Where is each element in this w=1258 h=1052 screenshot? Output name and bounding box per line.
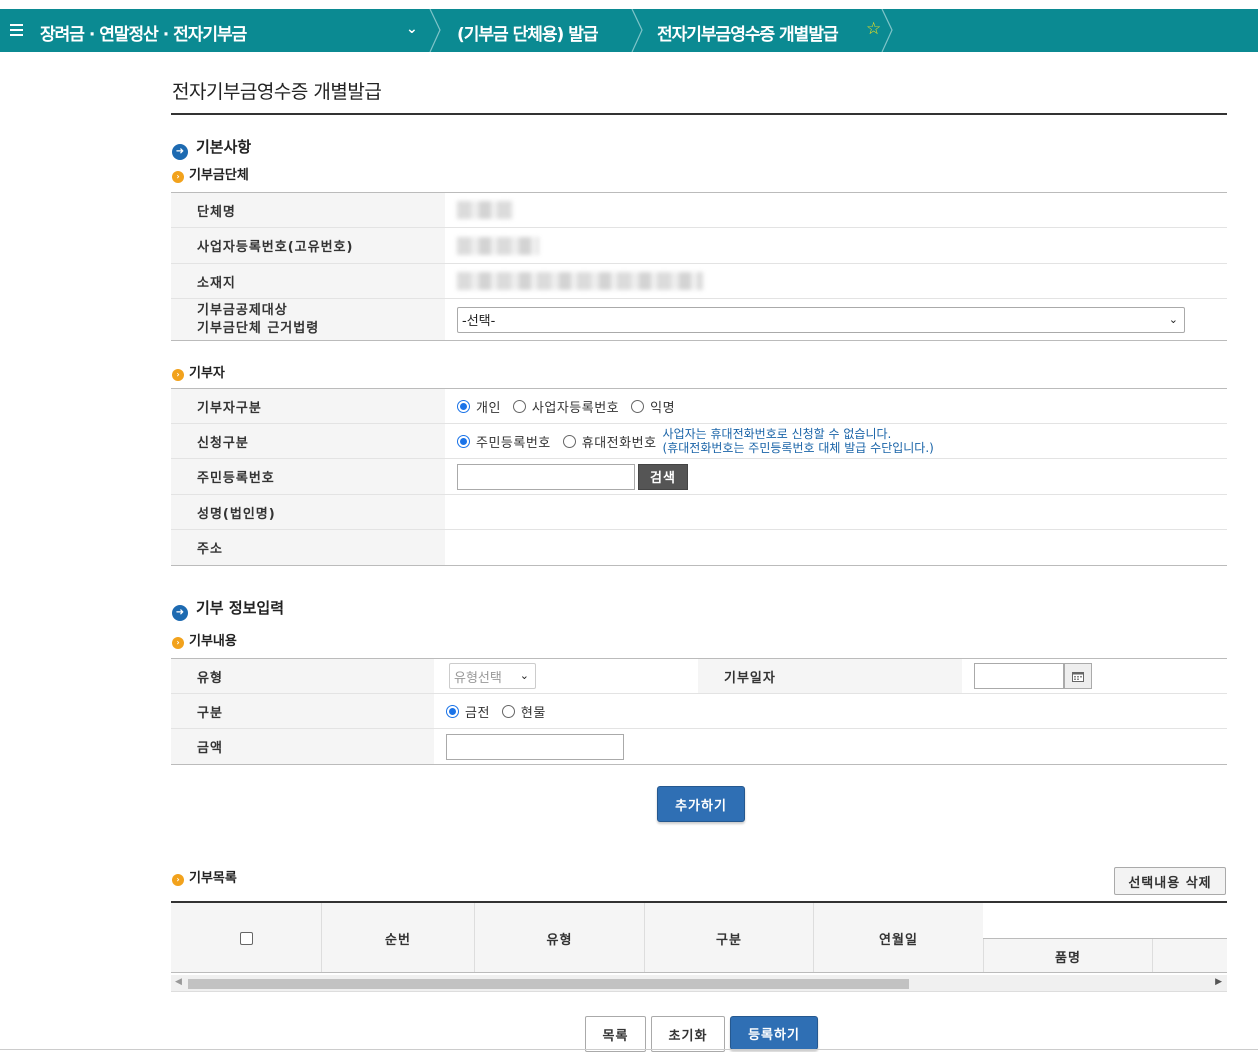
breadcrumb-separator-icon — [429, 9, 441, 52]
footer-divider — [0, 1049, 1258, 1050]
amount-input[interactable] — [446, 733, 624, 760]
apply-type-radio-group: 주민등록번호 휴대전화번호 사업자는 휴대전화번호로 신청할 수 없습니다. (휴… — [445, 424, 934, 458]
redacted-address — [457, 272, 703, 290]
donor-info-table: 기부자구분 개인 사업자등록번호 익명 신청구분 주민등록번호 휴대전화번호 사… — [171, 388, 1227, 566]
reset-button[interactable]: 초기화 — [651, 1016, 725, 1052]
favorite-star-icon[interactable]: ☆ — [866, 19, 881, 39]
donor-address-label: 주소 — [171, 530, 445, 565]
hamburger-menu-icon[interactable] — [10, 21, 23, 38]
column-header-kind[interactable]: 구분 — [645, 903, 814, 972]
page-title: 전자기부금영수증 개별발급 — [172, 81, 382, 103]
column-header-group — [983, 903, 1227, 939]
apply-type-rrn-radio[interactable]: 주민등록번호 — [457, 432, 551, 451]
apply-type-phone-radio[interactable]: 휴대전화번호 — [562, 432, 657, 451]
org-info-table: 단체명 사업자등록번호(고유번호) 소재지 기부금공제대상 기부금단체 근거법령 … — [171, 192, 1227, 341]
kind-goods-radio[interactable]: 현물 — [501, 702, 546, 721]
arrow-circle-icon: › — [172, 637, 184, 649]
column-header-type[interactable]: 유형 — [475, 903, 645, 972]
breadcrumb-separator-icon — [881, 9, 893, 52]
address-label: 소재지 — [171, 264, 445, 298]
kind-cash-radio[interactable]: 금전 — [446, 702, 490, 721]
breadcrumb-separator-icon — [631, 9, 643, 52]
chevron-down-icon: ⌄ — [1168, 312, 1178, 326]
arrow-circle-icon: › — [172, 369, 184, 381]
redacted-org-name — [457, 201, 513, 219]
apply-type-note: 사업자는 휴대전화번호로 신청할 수 없습니다. (휴대전화번호는 주민등록번호 … — [662, 427, 934, 455]
chevron-down-icon[interactable]: ⌄ — [406, 21, 418, 37]
date-label: 기부일자 — [698, 659, 962, 693]
donor-type-individual-radio[interactable]: 개인 — [457, 397, 501, 416]
calendar-icon[interactable] — [1064, 663, 1092, 689]
legal-basis-label: 기부금공제대상 기부금단체 근거법령 — [171, 299, 445, 340]
apply-type-label: 신청구분 — [171, 424, 445, 458]
column-header-date[interactable]: 연월일 — [814, 903, 983, 972]
subsection-content-title: › 기부내용 — [172, 630, 237, 649]
subsection-list-title: › 기부목록 — [172, 867, 237, 886]
top-nav-bar: 장려금 · 연말정산 · 전자기부금 ⌄ (기부금 단체용) 발급 전자기부금영… — [0, 9, 1258, 52]
subsection-org-title: › 기부금단체 — [172, 164, 249, 183]
kind-radio-group: 금전 현물 — [434, 694, 558, 728]
type-label: 유형 — [171, 659, 434, 693]
list-button[interactable]: 목록 — [585, 1016, 646, 1052]
rrn-label: 주민등록번호 — [171, 459, 445, 494]
donation-list-table: 순번 유형 구분 연월일 품명 — [171, 901, 1227, 973]
rrn-input[interactable] — [457, 463, 635, 490]
legal-basis-select[interactable]: -선택- ⌄ — [457, 306, 1185, 333]
arrow-circle-icon: ➜ — [172, 605, 188, 621]
donor-type-label: 기부자구분 — [171, 389, 445, 423]
scroll-right-icon[interactable]: ▶ — [1215, 977, 1222, 987]
breadcrumb-current[interactable]: 전자기부금영수증 개별발급 — [657, 20, 839, 45]
add-donation-button[interactable]: 추가하기 — [657, 786, 745, 822]
scrollbar-thumb[interactable] — [188, 979, 909, 989]
delete-selected-button[interactable]: 선택내용 삭제 — [1114, 867, 1226, 895]
arrow-circle-icon: › — [172, 171, 184, 183]
register-button[interactable]: 등록하기 — [730, 1016, 818, 1050]
biz-no-value — [445, 228, 539, 263]
scroll-left-icon[interactable]: ◀ — [175, 977, 182, 987]
donor-name-label: 성명(법인명) — [171, 495, 445, 529]
column-header-seq[interactable]: 순번 — [322, 903, 475, 972]
arrow-circle-icon: › — [172, 874, 184, 886]
redacted-biz-no — [457, 236, 539, 255]
donor-address-value — [445, 530, 457, 565]
donation-date-input[interactable] — [974, 663, 1064, 689]
donation-info-table: 유형 유형선택 ⌄ 기부일자 구분 금전 현물 금액 — [171, 658, 1227, 765]
breadcrumb-subcategory[interactable]: (기부금 단체용) 발급 — [457, 20, 598, 45]
arrow-circle-icon: ➜ — [172, 144, 188, 160]
biz-no-label: 사업자등록번호(고유번호) — [171, 228, 445, 263]
chevron-down-icon: ⌄ — [519, 669, 529, 682]
kind-label: 구분 — [171, 694, 434, 728]
amount-label: 금액 — [171, 729, 434, 764]
column-header-item-name[interactable]: 품명 — [983, 939, 1153, 972]
select-all-checkbox[interactable] — [239, 931, 253, 945]
donor-type-anonymous-radio[interactable]: 익명 — [631, 397, 675, 416]
section-donation-title: ➜ 기부 정보입력 — [172, 597, 284, 621]
search-button[interactable]: 검색 — [638, 463, 688, 490]
horizontal-scrollbar[interactable]: ◀ ▶ — [171, 975, 1227, 992]
donor-type-business-radio[interactable]: 사업자등록번호 — [512, 397, 619, 416]
address-value — [445, 264, 703, 298]
title-divider — [171, 113, 1227, 115]
type-select[interactable]: 유형선택 ⌄ — [449, 663, 536, 689]
donor-type-radio-group: 개인 사업자등록번호 익명 — [445, 389, 687, 423]
org-name-value — [445, 193, 513, 227]
section-basic-title: ➜ 기본사항 — [172, 136, 251, 160]
donor-name-value — [445, 495, 457, 529]
breadcrumb-category[interactable]: 장려금 · 연말정산 · 전자기부금 — [40, 20, 247, 45]
subsection-donor-title: › 기부자 — [172, 362, 225, 381]
org-name-label: 단체명 — [171, 193, 445, 227]
